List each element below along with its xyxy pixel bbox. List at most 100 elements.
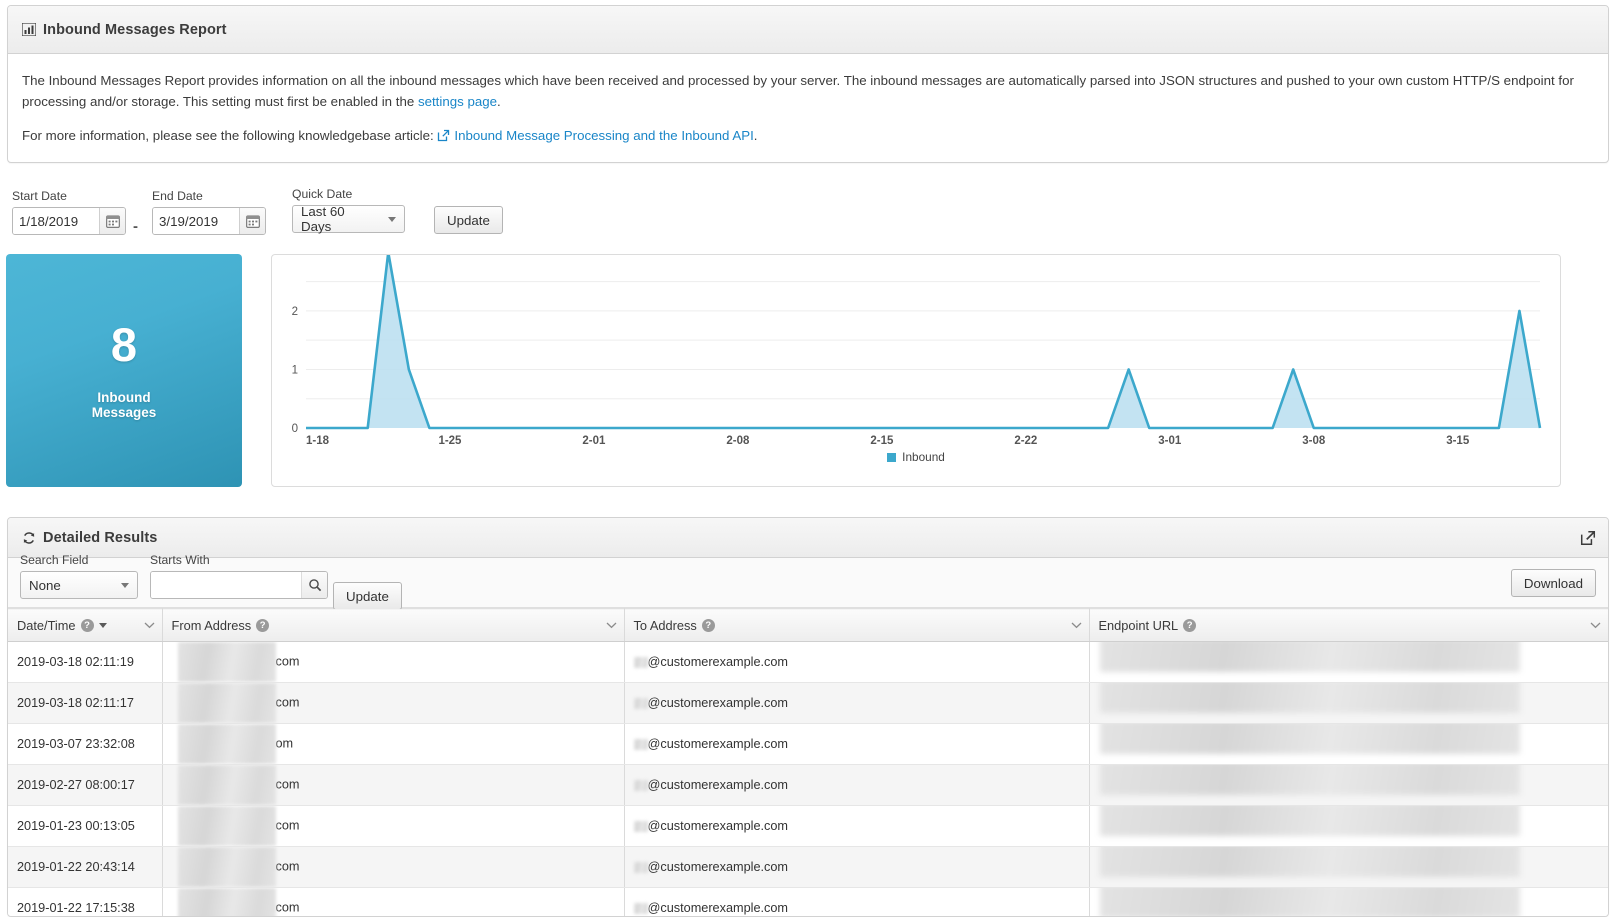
redacted-endpoint-url <box>1100 724 1520 755</box>
svg-text:2-22: 2-22 <box>1014 435 1037 447</box>
svg-text:1-18: 1-18 <box>306 435 330 447</box>
from-address-suffix: com <box>276 654 300 668</box>
redacted-from-address <box>178 847 276 887</box>
results-table-head: Date/Time?From Address?To Address?Endpoi… <box>8 609 1608 642</box>
svg-text:2: 2 <box>292 306 298 318</box>
kb-article-link[interactable]: Inbound Message Processing and the Inbou… <box>454 128 753 143</box>
chevron-down-icon <box>388 217 396 222</box>
start-date-calendar-icon[interactable] <box>99 208 125 234</box>
settings-page-link[interactable]: settings page <box>418 94 497 109</box>
help-icon[interactable]: ? <box>81 619 94 632</box>
starts-with-group: Starts With <box>150 553 328 599</box>
chevron-down-icon <box>121 583 129 588</box>
redacted-to-address <box>634 903 648 914</box>
column-header-to-address[interactable]: To Address? <box>624 609 1089 642</box>
legend-label-inbound: Inbound <box>902 450 945 464</box>
to-address-domain: @customerexample.com <box>648 860 789 874</box>
starts-with-label: Starts With <box>150 553 328 567</box>
report-paragraph-2: For more information, please see the fol… <box>22 125 1594 148</box>
svg-text:1-25: 1-25 <box>438 435 462 447</box>
column-menu-icon[interactable] <box>1071 622 1082 629</box>
quick-date-select[interactable]: Last 60 Days <box>292 205 405 233</box>
stat-value: 8 <box>111 321 137 368</box>
report-paragraph-2-tail: . <box>754 128 758 143</box>
redacted-to-address <box>634 780 648 791</box>
table-row[interactable]: 2019-01-23 00:13:05com@customerexample.c… <box>8 806 1608 847</box>
svg-text:2-08: 2-08 <box>726 435 750 447</box>
search-field-select[interactable]: None <box>20 571 138 599</box>
help-icon[interactable]: ? <box>1183 619 1196 632</box>
table-row[interactable]: 2019-03-18 02:11:19 com @customerexample.c… <box>8 642 1608 683</box>
cell-datetime: 2019-03-18 02:11:19 <box>8 642 162 683</box>
cell-from-address: com <box>162 806 624 847</box>
search-input[interactable] <box>151 572 301 598</box>
table-row[interactable]: 2019-01-22 20:43:14 com @customerexample.c… <box>8 847 1608 888</box>
redacted-from-address <box>178 765 276 805</box>
sort-descending-icon[interactable] <box>99 623 107 628</box>
column-header-label: Date/Time <box>17 618 76 633</box>
date-range-separator: - <box>133 218 138 235</box>
table-row[interactable]: 2019-02-27 08:00:17com@customerexample.c… <box>8 765 1608 806</box>
table-row[interactable]: 2019-03-07 23:32:08om@customerexample.co… <box>8 724 1608 765</box>
start-date-wrapper[interactable] <box>12 207 126 235</box>
external-link-icon <box>437 127 450 148</box>
column-menu-icon[interactable] <box>1590 622 1601 629</box>
end-date-calendar-icon[interactable] <box>239 208 265 234</box>
svg-text:2-15: 2-15 <box>870 435 894 447</box>
to-address-domain: @customerexample.com <box>648 901 789 915</box>
redacted-endpoint-url <box>1100 765 1520 796</box>
cell-datetime: 2019-01-22 20:43:14 <box>8 847 162 888</box>
redacted-to-address <box>634 698 648 709</box>
column-menu-icon[interactable] <box>606 622 617 629</box>
report-description: The Inbound Messages Report provides inf… <box>8 54 1608 158</box>
column-header-endpoint-url[interactable]: Endpoint URL? <box>1089 609 1608 642</box>
to-address-domain: @customerexample.com <box>648 737 789 751</box>
results-update-button[interactable]: Update <box>333 582 402 610</box>
start-date-input[interactable] <box>13 208 99 234</box>
redacted-endpoint-url <box>1100 888 1520 917</box>
cell-to-address: @customerexample.com <box>624 765 1089 806</box>
starts-with-wrapper[interactable] <box>150 571 328 599</box>
table-row[interactable]: 2019-01-22 17:15:38com@customerexample.c… <box>8 888 1608 917</box>
redacted-from-address <box>178 806 276 846</box>
cell-to-address: @customerexample.com <box>624 888 1089 917</box>
report-paragraph-1-tail: . <box>497 94 501 109</box>
chart-canvas: 0121-181-252-012-082-152-223-013-083-15 <box>272 255 1560 460</box>
stat-label-line1: Inbound <box>97 390 150 405</box>
column-header-from-address[interactable]: From Address? <box>162 609 624 642</box>
help-icon[interactable]: ? <box>256 619 269 632</box>
svg-text:3-08: 3-08 <box>1302 435 1326 447</box>
to-address-domain: @customerexample.com <box>648 819 789 833</box>
redacted-to-address <box>634 739 648 750</box>
results-title: Detailed Results <box>43 530 157 546</box>
cell-datetime: 2019-01-22 17:15:38 <box>8 888 162 917</box>
results-table: Date/Time?From Address?To Address?Endpoi… <box>8 608 1608 917</box>
end-date-field: End Date <box>152 189 266 235</box>
download-button[interactable]: Download <box>1511 569 1596 597</box>
redacted-endpoint-url <box>1100 642 1520 673</box>
cell-from-address: com <box>162 642 624 683</box>
column-header-date-time[interactable]: Date/Time? <box>8 609 162 642</box>
end-date-input[interactable] <box>153 208 239 234</box>
to-address-domain: @customerexample.com <box>648 696 789 710</box>
help-icon[interactable]: ? <box>702 619 715 632</box>
update-button[interactable]: Update <box>434 206 503 234</box>
expand-results-icon[interactable] <box>1580 530 1596 546</box>
quick-date-value: Last 60 Days <box>301 204 378 234</box>
refresh-icon <box>22 531 36 545</box>
cell-from-address: om <box>162 724 624 765</box>
detailed-results-panel: Detailed Results Search Field None Start… <box>7 517 1609 917</box>
cell-to-address: @customerexample.com <box>624 642 1089 683</box>
search-field-value: None <box>29 578 61 593</box>
from-address-suffix: com <box>276 859 300 873</box>
date-filter-bar: Start Date - End Date <box>0 185 1616 240</box>
cell-datetime: 2019-02-27 08:00:17 <box>8 765 162 806</box>
search-icon[interactable] <box>301 572 327 598</box>
column-header-label: Endpoint URL <box>1099 618 1179 633</box>
stat-label-line2: Messages <box>92 405 157 420</box>
table-row[interactable]: 2019-03-18 02:11:17com@customerexample.c… <box>8 683 1608 724</box>
end-date-wrapper[interactable] <box>152 207 266 235</box>
quick-date-label: Quick Date <box>292 187 405 201</box>
column-header-label: To Address <box>634 618 697 633</box>
column-menu-icon[interactable] <box>144 622 155 629</box>
